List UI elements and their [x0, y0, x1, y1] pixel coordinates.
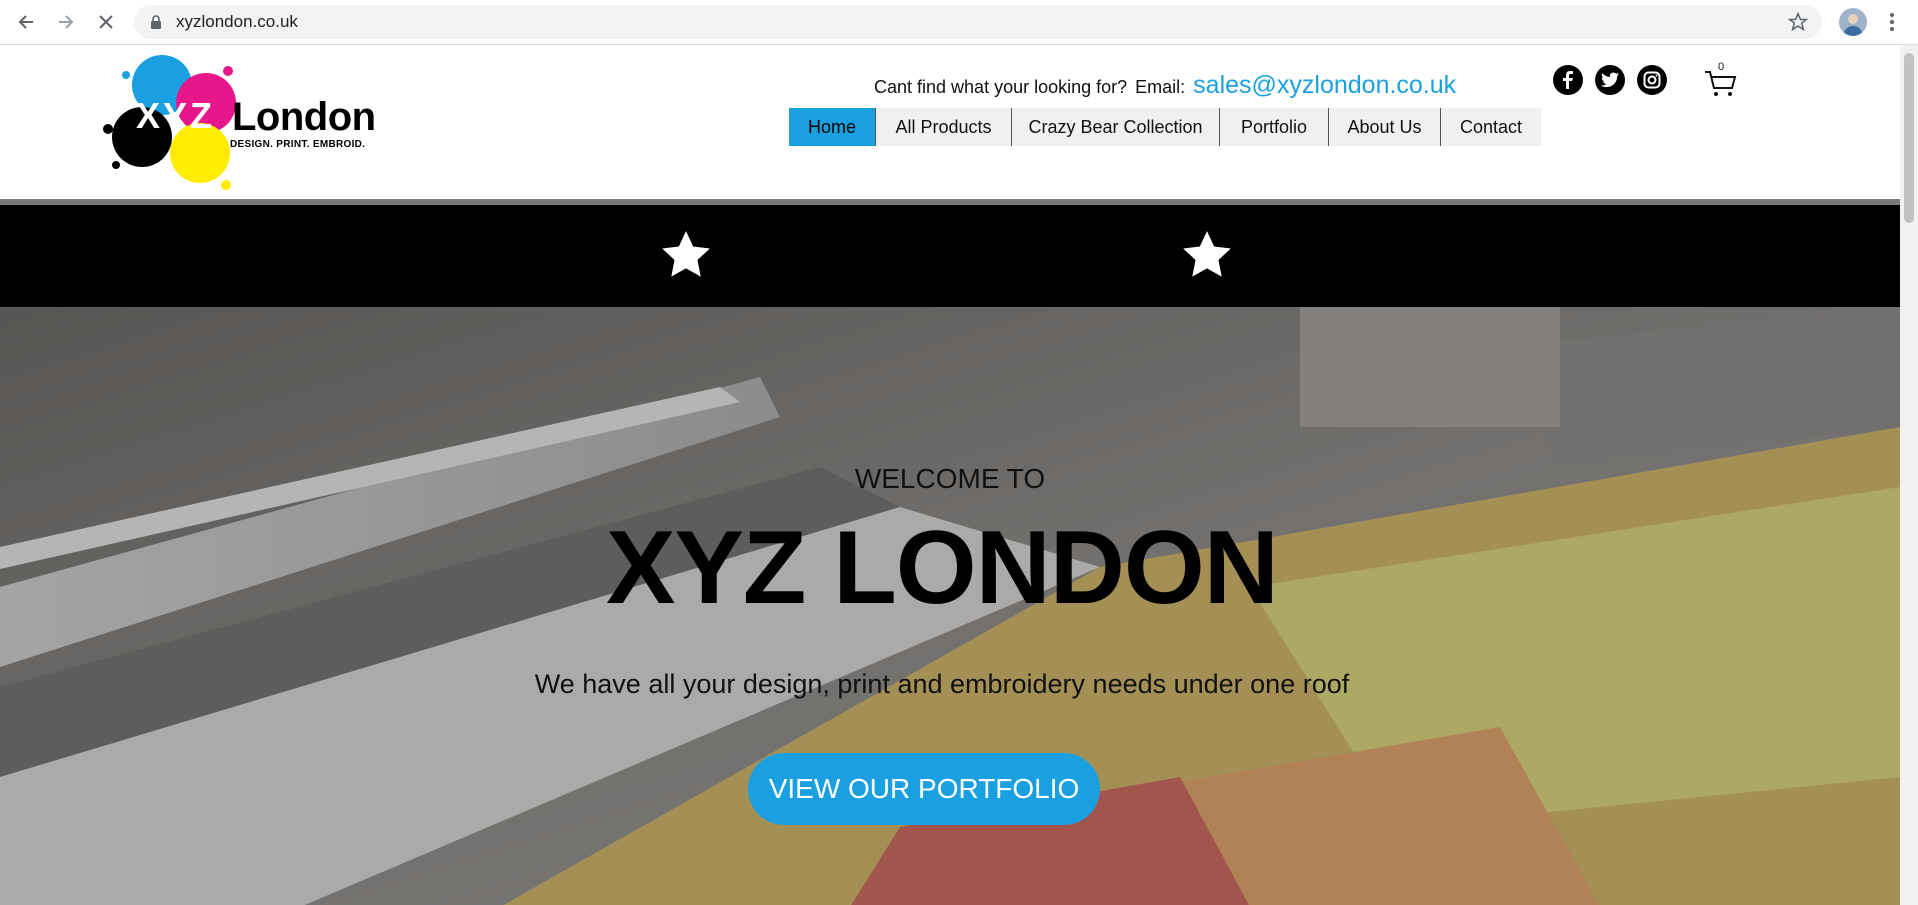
- lock-icon: [151, 15, 161, 29]
- menu-item-contact[interactable]: Contact: [1441, 108, 1541, 146]
- facebook-button[interactable]: [1553, 65, 1583, 95]
- contact-line: Cant find what your looking for? Email: …: [874, 71, 1456, 107]
- instagram-icon: [1643, 71, 1661, 89]
- menu-item-home[interactable]: Home: [789, 108, 876, 146]
- logo-tagline: DESIGN. PRINT. EMBROID.: [230, 139, 366, 150]
- back-button[interactable]: [12, 8, 40, 36]
- back-arrow-icon: [18, 15, 33, 29]
- hero-subtitle: We have all your design, print and embro…: [534, 669, 1350, 699]
- web-page: XYZ London DESIGN. PRINT. EMBROID. Cant …: [0, 45, 1900, 905]
- facebook-icon: [1563, 71, 1573, 89]
- star-icon: [662, 231, 710, 277]
- view-portfolio-button[interactable]: VIEW OUR PORTFOLIO: [748, 753, 1100, 825]
- browser-menu-button[interactable]: [1882, 8, 1902, 36]
- site-logo[interactable]: XYZ London DESIGN. PRINT. EMBROID.: [96, 45, 376, 195]
- contact-question: Cant find what your looking for?: [874, 77, 1128, 97]
- forward-arrow-icon: [59, 15, 74, 29]
- cart-button[interactable]: 0: [1704, 61, 1738, 99]
- url-text: xyzlondon.co.uk: [176, 12, 298, 31]
- kebab-menu-icon: [1890, 13, 1894, 31]
- main-menu: Home All Products Crazy Bear Collection …: [789, 108, 1541, 146]
- hero-title: XYZ LONDON: [606, 510, 1279, 626]
- email-link[interactable]: sales@xyzlondon.co.uk: [1193, 71, 1456, 100]
- close-icon: [99, 15, 113, 29]
- address-bar[interactable]: xyzlondon.co.uk: [134, 5, 1822, 39]
- star-icon: [1183, 231, 1231, 277]
- menu-item-all-products[interactable]: All Products: [876, 108, 1012, 146]
- logo-xyz-text: XYZ: [136, 95, 216, 136]
- avatar-icon: [1843, 14, 1863, 36]
- menu-item-crazy-bear-collection[interactable]: Crazy Bear Collection: [1012, 108, 1220, 146]
- profile-avatar[interactable]: [1839, 8, 1867, 36]
- bookmark-star-icon[interactable]: [1788, 12, 1808, 32]
- site-header: XYZ London DESIGN. PRINT. EMBROID. Cant …: [0, 45, 1900, 199]
- hero-section: WELCOME TO XYZ LONDON We have all your d…: [0, 307, 1900, 905]
- browser-toolbar: xyzlondon.co.uk: [0, 0, 1918, 45]
- stop-loading-button[interactable]: [92, 8, 120, 36]
- star-band: [0, 205, 1900, 307]
- twitter-icon: [1601, 72, 1619, 88]
- forward-button[interactable]: [52, 8, 80, 36]
- cart-icon: [1705, 71, 1737, 96]
- email-label: Email:: [1135, 77, 1186, 97]
- scrollbar-thumb[interactable]: [1904, 53, 1914, 223]
- hero-welcome-text: WELCOME TO: [854, 463, 1046, 494]
- twitter-button[interactable]: [1595, 65, 1625, 95]
- logo-name-text: London: [232, 95, 376, 139]
- menu-item-about-us[interactable]: About Us: [1329, 108, 1441, 146]
- cart-count: 0: [1718, 61, 1725, 73]
- instagram-button[interactable]: [1637, 65, 1667, 95]
- menu-item-portfolio[interactable]: Portfolio: [1220, 108, 1329, 146]
- page-scrollbar[interactable]: [1900, 45, 1918, 905]
